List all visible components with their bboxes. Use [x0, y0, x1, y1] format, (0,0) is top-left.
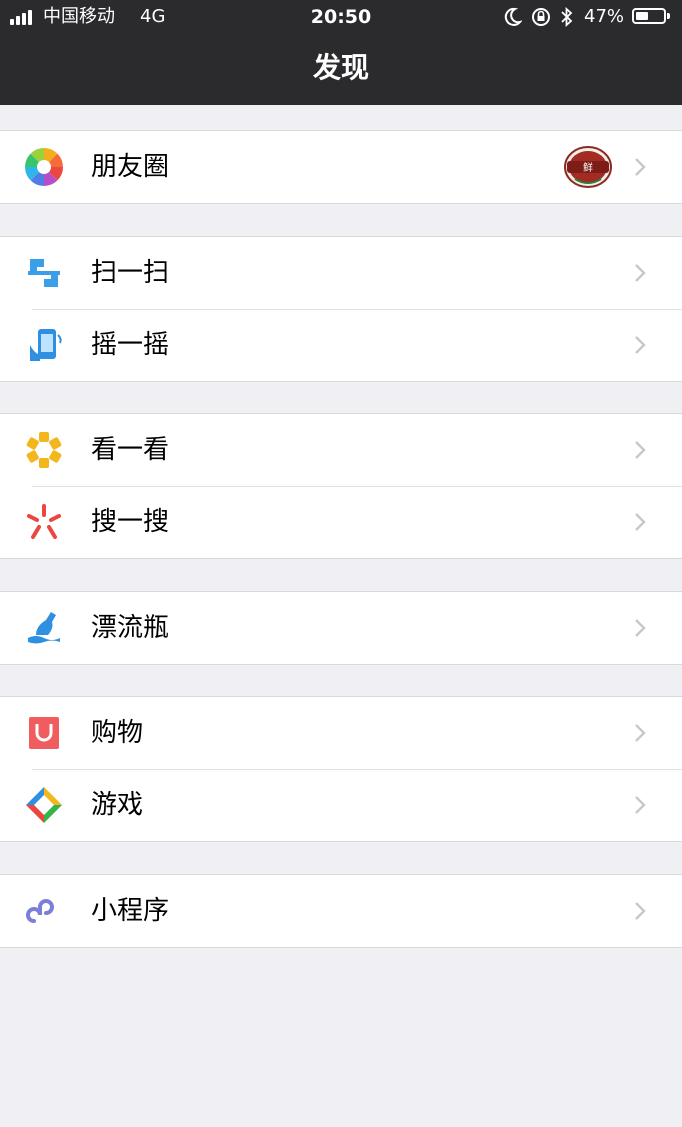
- shopping-icon: [29, 717, 59, 749]
- list-item-scan[interactable]: 扫一扫: [0, 237, 682, 309]
- search-icon: [27, 504, 61, 539]
- list-item-search[interactable]: 搜一搜: [0, 486, 682, 558]
- chevron-right-icon: [635, 441, 646, 459]
- chevron-right-icon: [635, 264, 646, 282]
- list-item-label: 游戏: [91, 790, 144, 820]
- status-time: 20:50: [310, 6, 372, 28]
- list-group-drift-bottle: 漂流瓶: [0, 591, 682, 665]
- list-item-mini-programs[interactable]: 小程序: [0, 875, 682, 947]
- mini-programs-icon: [26, 899, 54, 923]
- list-item-moments[interactable]: 朋友圈 鲜: [0, 131, 682, 203]
- list-item-games[interactable]: 游戏: [0, 769, 682, 841]
- list-group-mini-programs: 小程序: [0, 874, 682, 948]
- chevron-right-icon: [635, 336, 646, 354]
- chevron-right-icon: [635, 902, 646, 920]
- list-item-shopping[interactable]: 购物: [0, 697, 682, 769]
- bluetooth-icon: [561, 7, 573, 27]
- battery-cap: [667, 13, 670, 19]
- list-item-label: 购物: [91, 718, 144, 748]
- list-item-top-stories[interactable]: 看一看: [0, 414, 682, 486]
- list-item-label: 看一看: [91, 435, 170, 465]
- games-icon: [26, 787, 62, 823]
- list-group-moments: 朋友圈 鲜: [0, 130, 682, 204]
- chevron-right-icon: [635, 724, 646, 742]
- orientation-lock-icon: [532, 8, 550, 26]
- chevron-right-icon: [635, 513, 646, 531]
- list-item-label: 搜一搜: [91, 507, 170, 537]
- page-title: 发现: [312, 51, 369, 84]
- moments-icon: [25, 148, 63, 186]
- battery-percent: 47%: [584, 6, 625, 27]
- list-item-label: 小程序: [91, 896, 170, 926]
- list-item-label: 摇一摇: [91, 330, 170, 360]
- top-bar: 中国移动 4G 20:50 47% 发现: [0, 0, 682, 105]
- thumbnail-text: 鲜: [583, 161, 593, 174]
- drift-bottle-icon: [28, 612, 60, 644]
- list-item-shake[interactable]: 摇一摇: [0, 309, 682, 381]
- chevron-right-icon: [635, 796, 646, 814]
- list-group-stories-search: 看一看 搜一搜: [0, 413, 682, 559]
- chevron-right-icon: [635, 158, 646, 176]
- list-group-scan-shake: 扫一扫 摇一摇: [0, 236, 682, 382]
- shake-icon: [30, 329, 62, 361]
- list-group-shopping-games: 购物 游戏: [0, 696, 682, 842]
- list-item-label: 朋友圈: [91, 152, 170, 182]
- battery-icon: [632, 8, 666, 24]
- chevron-right-icon: [635, 619, 646, 637]
- list-item-label: 漂流瓶: [91, 613, 170, 643]
- new-post-thumbnail: 鲜: [564, 146, 612, 188]
- scan-icon: [28, 259, 60, 287]
- list-item-drift-bottle[interactable]: 漂流瓶: [0, 592, 682, 664]
- status-bar: 中国移动 4G 20:50 47%: [0, 0, 682, 36]
- top-stories-icon: [26, 432, 62, 468]
- moon-icon: [504, 7, 522, 26]
- list-item-label: 扫一扫: [91, 258, 170, 288]
